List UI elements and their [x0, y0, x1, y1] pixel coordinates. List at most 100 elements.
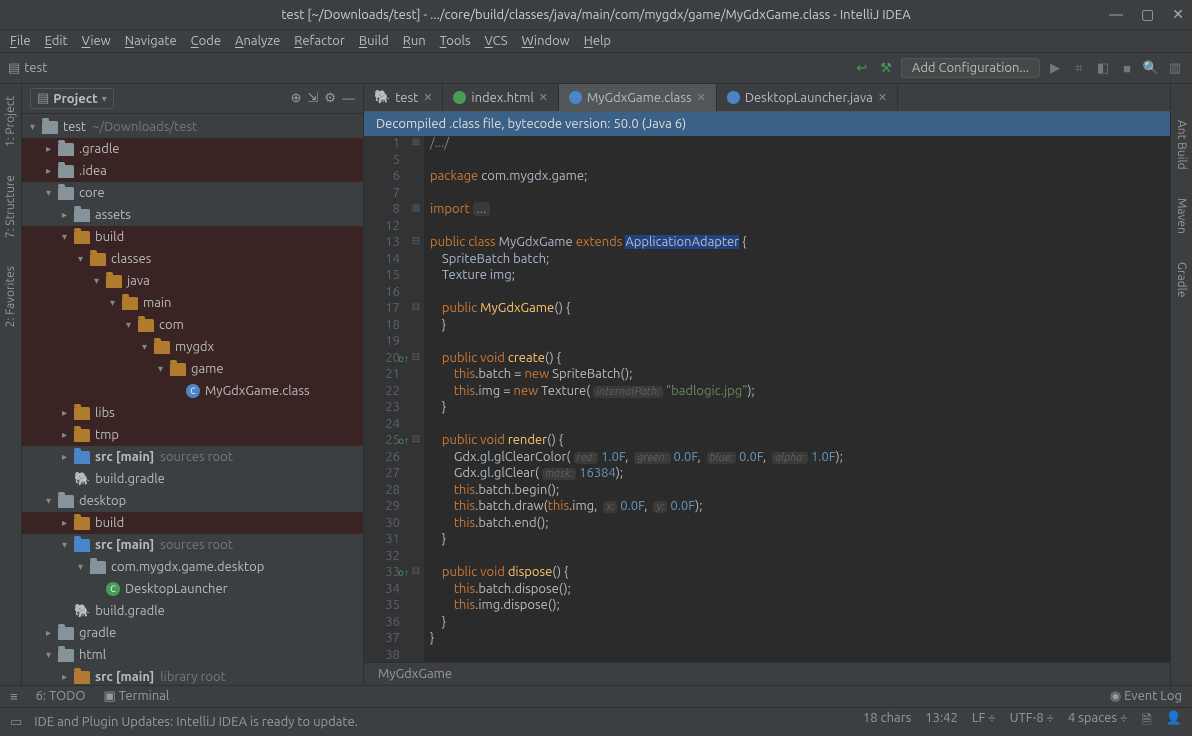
menu-run[interactable]: Run — [403, 34, 426, 48]
status-line-ending[interactable]: LF ÷ — [972, 711, 996, 733]
tree-item[interactable]: ▾classes — [22, 248, 363, 270]
tree-item[interactable]: ▾com — [22, 314, 363, 336]
editor[interactable]: 15678121314151617181920o↑2122232425o↑262… — [364, 136, 1170, 662]
tab-close-icon[interactable]: ✕ — [539, 91, 548, 104]
menu-code[interactable]: Code — [191, 34, 221, 48]
tree-item[interactable]: ▸libs — [22, 402, 363, 424]
event-log-tab[interactable]: ◉ Event Log — [1110, 689, 1182, 704]
project-tree[interactable]: ▾test~/Downloads/test▸.gradle▸.idea▾core… — [22, 114, 363, 685]
project-tool-window: ▤ Project ▾ ⊕ ⇲ ⚙ — ▾test~/Downloads/tes… — [22, 84, 364, 685]
hammer-icon[interactable]: ⚒ — [877, 61, 895, 76]
tree-item[interactable]: ▾java — [22, 270, 363, 292]
status-indent[interactable]: 4 spaces ÷ — [1068, 711, 1127, 733]
tree-item[interactable]: ▾game — [22, 358, 363, 380]
project-view-selector[interactable]: ▤ Project ▾ — [30, 88, 114, 109]
bottom-tool-bar: ≡ 6: TODO ▣ Terminal ◉ Event Log — [0, 685, 1192, 707]
tree-item[interactable]: ▾main — [22, 292, 363, 314]
tree-item[interactable]: ▸gradle — [22, 622, 363, 644]
tree-item[interactable]: 🐘build.gradle — [22, 468, 363, 490]
add-configuration-button[interactable]: Add Configuration... — [901, 58, 1040, 78]
tree-item[interactable]: ▾html — [22, 644, 363, 666]
toolbox-icon[interactable]: ▥ — [1166, 61, 1184, 76]
menu-view[interactable]: View — [82, 34, 111, 48]
main-toolbar: ▤ test ↩ ⚒ Add Configuration... ▶ ⌗ ◧ ■ … — [0, 52, 1192, 84]
tab-close-icon[interactable]: ✕ — [878, 91, 887, 104]
tree-item[interactable]: ▸src [main]library root — [22, 666, 363, 685]
status-icon[interactable]: ▭ — [10, 715, 22, 730]
tab-close-icon[interactable]: ✕ — [423, 91, 432, 104]
tree-item[interactable]: ▾test~/Downloads/test — [22, 116, 363, 138]
left-rail-1--project[interactable]: 1: Project — [2, 92, 19, 151]
tree-item[interactable]: ▾src [main]sources root — [22, 534, 363, 556]
editor-tab[interactable]: DesktopLauncher.java✕ — [717, 84, 898, 111]
menu-edit[interactable]: Edit — [45, 34, 68, 48]
right-rail-gradle[interactable]: Gradle — [1173, 258, 1190, 301]
tab-close-icon[interactable]: ✕ — [697, 91, 706, 104]
locate-icon[interactable]: ⊕ — [291, 91, 302, 106]
coverage-icon[interactable]: ◧ — [1094, 61, 1112, 76]
editor-tabs: 🐘test✕index.html✕MyGdxGame.class✕Desktop… — [364, 84, 1170, 112]
memory-icon[interactable]: 🗎 — [1141, 711, 1151, 733]
collapse-panel-icon[interactable]: — — [342, 92, 355, 106]
code-breadcrumb[interactable]: MyGdxGame — [364, 662, 1170, 685]
tree-item[interactable]: ▸build — [22, 512, 363, 534]
status-position: 13:42 — [925, 711, 958, 733]
menu-file[interactable]: File — [10, 34, 31, 48]
right-rail-ant-build[interactable]: Ant Build — [1173, 116, 1190, 174]
decompiled-banner: Decompiled .class file, bytecode version… — [364, 112, 1170, 136]
menu-refactor[interactable]: Refactor — [294, 34, 345, 48]
tree-item[interactable]: ▾com.mygdx.game.desktop — [22, 556, 363, 578]
tree-item[interactable]: ▸assets — [22, 204, 363, 226]
expand-icon[interactable]: ⇲ — [307, 91, 318, 106]
code-area[interactable]: /.../ package com.mygdx.game; import ...… — [424, 136, 1170, 662]
breadcrumb-project[interactable]: test — [24, 61, 47, 75]
tree-item[interactable]: ▾build — [22, 226, 363, 248]
run-icon[interactable]: ▶ — [1046, 61, 1064, 76]
menu-window[interactable]: Window — [522, 34, 570, 48]
inspections-icon[interactable]: 👤 — [1166, 711, 1182, 733]
line-gutter[interactable]: 15678121314151617181920o↑2122232425o↑262… — [364, 136, 408, 662]
left-rail-2--favorites[interactable]: 2: Favorites — [2, 262, 19, 331]
status-encoding[interactable]: UTF-8 ÷ — [1010, 711, 1054, 733]
status-message: IDE and Plugin Updates: IntelliJ IDEA is… — [34, 715, 358, 729]
window-titlebar: test [~/Downloads/test] - .../core/build… — [0, 0, 1192, 30]
tree-item[interactable]: ▸.gradle — [22, 138, 363, 160]
fold-gutter[interactable]: ⊞⊞⊟⊟⊟⊟⊟ — [408, 136, 424, 662]
status-chars: 18 chars — [863, 711, 911, 733]
project-icon: ▤ — [8, 61, 20, 76]
menu-analyze[interactable]: Analyze — [235, 34, 280, 48]
terminal-tab[interactable]: ▣ Terminal — [103, 689, 169, 704]
gear-icon[interactable]: ⚙ — [324, 91, 336, 106]
menu-help[interactable]: Help — [584, 34, 611, 48]
tree-item[interactable]: ▸.idea — [22, 160, 363, 182]
todo-tab[interactable]: 6: TODO — [36, 689, 86, 704]
minimize-icon[interactable]: — — [1109, 6, 1123, 23]
status-bar: ▭ IDE and Plugin Updates: IntelliJ IDEA … — [0, 707, 1192, 736]
left-rail-7--structure[interactable]: 7: Structure — [2, 171, 19, 242]
menu-tools[interactable]: Tools — [440, 34, 471, 48]
menu-navigate[interactable]: Navigate — [125, 34, 177, 48]
stop-icon[interactable]: ■ — [1118, 61, 1136, 76]
editor-tab[interactable]: MyGdxGame.class✕ — [559, 84, 717, 111]
search-icon[interactable]: 🔍 — [1142, 61, 1160, 76]
tree-item[interactable]: ▾mygdx — [22, 336, 363, 358]
editor-tab[interactable]: 🐘test✕ — [364, 84, 443, 111]
tree-item[interactable]: ▾core — [22, 182, 363, 204]
right-rail-maven[interactable]: Maven — [1173, 194, 1190, 238]
editor-tab[interactable]: index.html✕ — [443, 84, 559, 111]
right-tool-rail: Ant Build Maven Gradle — [1170, 84, 1192, 685]
tree-item[interactable]: ▸tmp — [22, 424, 363, 446]
debug-icon[interactable]: ⌗ — [1070, 61, 1088, 76]
tree-item[interactable]: ▸src [main]sources root — [22, 446, 363, 468]
tree-item[interactable]: ▾desktop — [22, 490, 363, 512]
tree-item[interactable]: 🐘build.gradle — [22, 600, 363, 622]
close-icon[interactable]: ✕ — [1172, 6, 1184, 23]
maximize-icon[interactable]: ▢ — [1141, 6, 1154, 23]
window-title: test [~/Downloads/test] - .../core/build… — [281, 8, 910, 22]
menu-build[interactable]: Build — [359, 34, 389, 48]
bottom-toggle-icon[interactable]: ≡ — [10, 689, 18, 704]
menu-vcs[interactable]: VCS — [485, 34, 508, 48]
back-icon[interactable]: ↩ — [853, 61, 871, 76]
tree-item[interactable]: CMyGdxGame.class — [22, 380, 363, 402]
tree-item[interactable]: CDesktopLauncher — [22, 578, 363, 600]
